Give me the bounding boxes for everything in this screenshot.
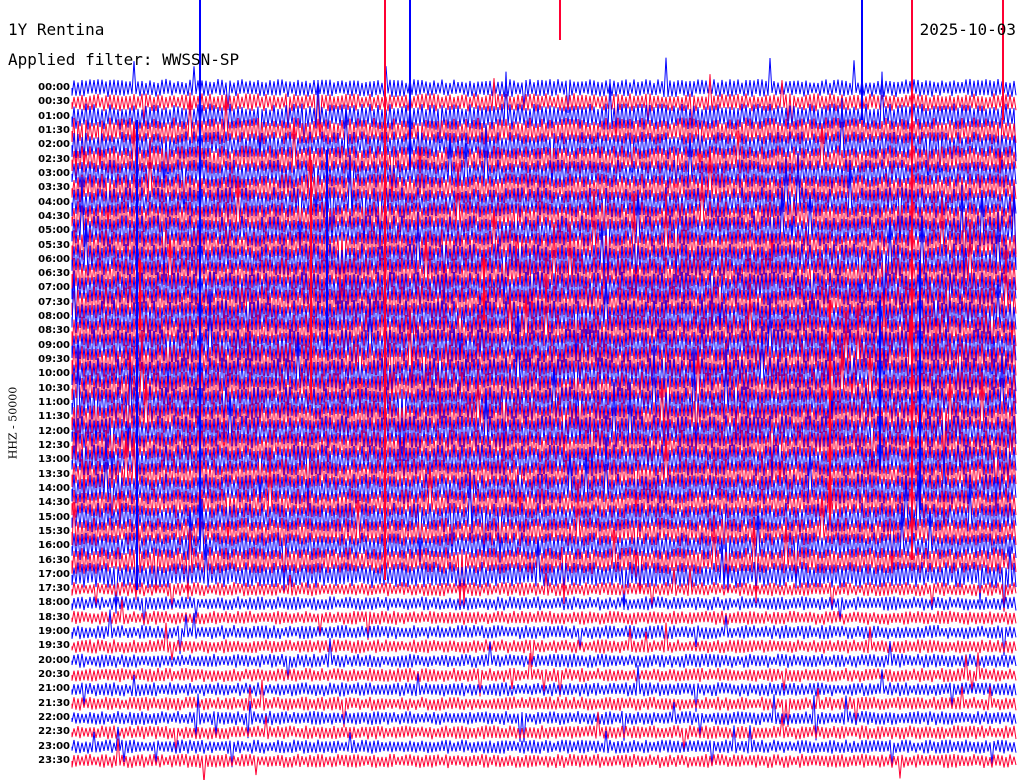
time-label: 21:30 [38, 697, 70, 709]
time-label: 01:00 [38, 110, 70, 122]
time-label: 07:30 [38, 296, 70, 308]
time-label: 02:30 [38, 153, 70, 165]
time-label: 22:00 [38, 712, 70, 724]
trace-line [71, 599, 1017, 640]
time-label: 14:00 [38, 482, 70, 494]
time-label: 03:00 [38, 167, 70, 179]
time-label: 17:00 [38, 568, 70, 580]
time-label: 11:30 [38, 411, 70, 423]
time-label: 14:30 [38, 497, 70, 509]
time-label: 06:00 [38, 253, 70, 265]
time-label: 15:30 [38, 525, 70, 537]
time-label: 23:30 [38, 755, 70, 766]
time-label: 12:00 [38, 425, 70, 437]
time-label: 21:00 [38, 683, 70, 695]
time-label: 03:30 [38, 182, 70, 194]
time-label-column: 00:00 00:30 01:00 01:30 02:00 02:30 03:00 03:30… [0, 0, 70, 780]
time-label: 16:00 [38, 540, 70, 552]
time-label: 13:00 [38, 454, 70, 466]
time-label: 20:00 [38, 654, 70, 666]
time-label: 22:30 [38, 726, 70, 738]
time-label: 00:00 [38, 82, 70, 93]
seismogram-plot [71, 0, 1017, 780]
trace-line [71, 711, 1017, 754]
time-label: 05:00 [38, 225, 70, 237]
time-label: 05:30 [38, 239, 70, 251]
time-label: 08:30 [38, 325, 70, 337]
time-label: 23:00 [38, 740, 70, 752]
time-label: 18:00 [38, 597, 70, 609]
time-label: 18:30 [38, 611, 70, 623]
time-label: 10:00 [38, 368, 70, 380]
time-label: 09:00 [38, 339, 70, 351]
time-label: 08:00 [38, 311, 70, 323]
time-label: 04:00 [38, 196, 70, 208]
time-label: 13:30 [38, 468, 70, 480]
time-label: 02:00 [38, 139, 70, 151]
time-label: 17:30 [38, 583, 70, 595]
time-label: 07:00 [38, 282, 70, 294]
time-label: 10:30 [38, 382, 70, 394]
date-label: 2025-10-03 [919, 20, 1016, 39]
time-label: 00:30 [38, 96, 70, 108]
time-label: 19:00 [38, 626, 70, 638]
time-label: 12:30 [38, 439, 70, 451]
time-label: 04:30 [38, 210, 70, 222]
time-label: 01:30 [38, 124, 70, 136]
time-label: 09:30 [38, 354, 70, 366]
time-label: 16:30 [38, 554, 70, 566]
time-label: 15:00 [38, 511, 70, 523]
time-label: 11:00 [38, 397, 70, 409]
time-label: 19:30 [38, 640, 70, 652]
time-label: 06:30 [38, 268, 70, 280]
time-label: 20:30 [38, 669, 70, 681]
